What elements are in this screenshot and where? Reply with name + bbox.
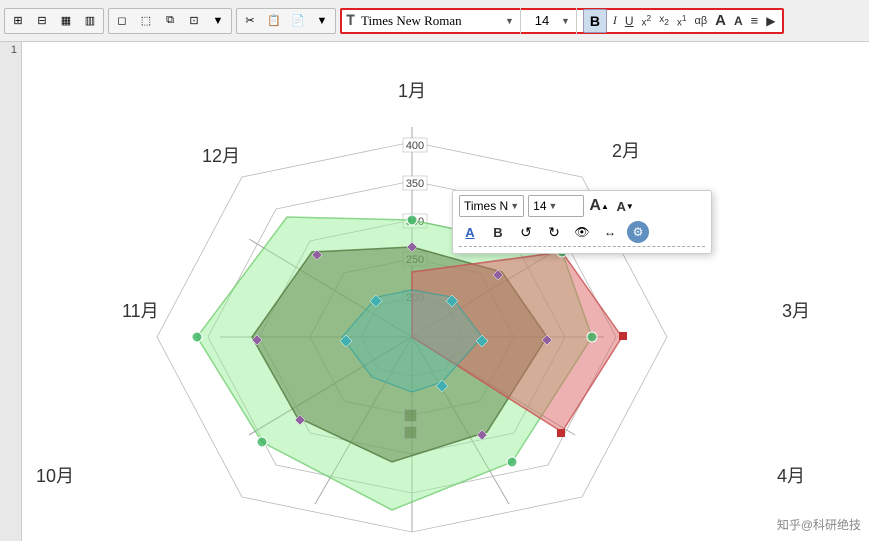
italic-button[interactable]: I [611, 13, 619, 28]
floating-toolbar-divider [459, 246, 705, 249]
font-size-down-button[interactable]: A [732, 14, 745, 28]
toolbar-group-2: ◻ ⬚ ⧉ ⊡ ▼ [108, 8, 232, 34]
ft-font-chevron[interactable]: ▼ [510, 201, 519, 211]
font-size-chevron[interactable]: ▼ [561, 16, 570, 26]
toolbar-separator-2 [576, 8, 577, 34]
toolbar-btn-8[interactable]: ⊡ [183, 10, 205, 32]
ft-size-chevron[interactable]: ▼ [549, 201, 558, 211]
toolbar-btn-13[interactable]: ▼ [311, 10, 333, 32]
ft-underline-a-btn[interactable]: A [459, 221, 481, 243]
ft-connector-btn[interactable]: ↔ [599, 221, 621, 243]
label-12月: 12月 [202, 146, 240, 166]
axis-label-400: 400 [406, 140, 424, 152]
main-toolbar: ⊞ ⊟ ▦ ▥ ◻ ⬚ ⧉ ⊡ ▼ ✂ 📋 📄 ▼ 𝐓 ▼ ▼ B I U x2… [0, 0, 869, 42]
point-s1-5 [257, 437, 267, 447]
toolbar-btn-12[interactable]: 📄 [287, 10, 309, 32]
ft-a-underline-icon: A [465, 225, 474, 240]
floating-toolbar: Times N ▼ 14 ▼ A▲ A▼ A B ↺ [452, 190, 712, 254]
toolbar-btn-11[interactable]: 📋 [263, 10, 285, 32]
line-number-1: 1 [0, 42, 21, 58]
font-type-icon: 𝐓 [346, 12, 355, 29]
label-3月: 3月 [782, 301, 810, 321]
ft-eye-btn[interactable]: 👁 [571, 221, 593, 243]
label-11月: 11月 [122, 301, 159, 321]
ft-b-icon: B [493, 225, 502, 240]
toolbar-btn-4[interactable]: ▥ [79, 10, 101, 32]
ft-down-arrow: ▼ [626, 202, 634, 211]
ft-eye-icon: 👁 [574, 225, 589, 239]
ft-redo-btn[interactable]: ↻ [543, 221, 565, 243]
more-button[interactable]: ▶ [764, 14, 777, 28]
font-size-input[interactable] [527, 13, 557, 28]
point-s1-6 [192, 332, 202, 342]
toolbar-btn-10[interactable]: ✂ [239, 10, 261, 32]
toolbar-btn-2[interactable]: ⊟ [31, 10, 53, 32]
point-s1-4 [507, 457, 517, 467]
ft-undo-icon: ↺ [520, 224, 532, 241]
axis-label-350: 350 [406, 178, 424, 190]
ft-increase-font-btn[interactable]: A▲ [588, 195, 610, 217]
font-size-up-button[interactable]: A [713, 12, 728, 29]
label-1月: 1月 [398, 81, 426, 101]
toolbar-separator-1 [520, 8, 521, 34]
toolbar-btn-3[interactable]: ▦ [55, 10, 77, 32]
point-s1-1 [407, 215, 417, 225]
floating-toolbar-row2: A B ↺ ↻ 👁 ↔ ⚙ [459, 221, 705, 243]
content-area: 400 350 300 250 200 1月 2月 3月 4月 10月 11月 … [22, 42, 869, 541]
point-s1-3 [587, 332, 597, 342]
toolbar-btn-6[interactable]: ⬚ [135, 10, 157, 32]
ft-font-size-select[interactable]: 14 ▼ [528, 195, 584, 217]
ft-gear-icon: ⚙ [633, 225, 644, 239]
font-name-chevron[interactable]: ▼ [505, 16, 514, 26]
ft-font-size-label: 14 [533, 199, 546, 213]
bold-button[interactable]: B [583, 9, 607, 33]
align-button[interactable]: ≡ [749, 13, 761, 28]
font-name-input[interactable] [361, 13, 501, 29]
label-4月: 4月 [777, 466, 805, 486]
toolbar-group-1: ⊞ ⊟ ▦ ▥ [4, 8, 104, 34]
legend-1 [405, 410, 416, 421]
ft-up-arrow: ▲ [601, 202, 609, 211]
toolbar-btn-9[interactable]: ▼ [207, 10, 229, 32]
toolbar-btn-7[interactable]: ⧉ [159, 10, 181, 32]
label-2月: 2月 [612, 141, 640, 161]
point-s3-1 [619, 332, 627, 340]
alpha-beta-button[interactable]: αβ [692, 15, 709, 27]
ft-decrease-font-btn[interactable]: A▼ [614, 195, 636, 217]
ft-connector-icon: ↔ [604, 225, 616, 239]
ft-bold-b-btn[interactable]: B [487, 221, 509, 243]
ft-undo-btn[interactable]: ↺ [515, 221, 537, 243]
line-number-bar: 1 [0, 42, 22, 541]
legend-2 [405, 427, 416, 438]
subscript2-button[interactable]: x1 [675, 13, 689, 28]
ft-font-name-label: Times N [464, 199, 508, 213]
label-10月: 10月 [36, 466, 74, 486]
ft-redo-icon: ↻ [548, 224, 560, 241]
toolbar-btn-5[interactable]: ◻ [111, 10, 133, 32]
ft-font-name-select[interactable]: Times N ▼ [459, 195, 524, 217]
toolbar-btn-1[interactable]: ⊞ [7, 10, 29, 32]
ft-decrease-icon: A [617, 199, 626, 214]
watermark: 知乎@科研绝技 [777, 516, 861, 533]
point-s3-2 [557, 429, 565, 437]
chart-container: 400 350 300 250 200 1月 2月 3月 4月 10月 11月 … [22, 42, 869, 541]
ft-gear-btn[interactable]: ⚙ [627, 221, 649, 243]
superscript-button[interactable]: x2 [640, 13, 654, 28]
floating-toolbar-row1: Times N ▼ 14 ▼ A▲ A▼ [459, 195, 705, 217]
radar-chart-svg: 400 350 300 250 200 1月 2月 3月 4月 10月 11月 … [22, 42, 869, 541]
toolbar-group-3: ✂ 📋 📄 ▼ [236, 8, 336, 34]
ft-increase-icon: A [589, 197, 601, 215]
underline-button[interactable]: U [623, 14, 636, 28]
subscript-button[interactable]: x2 [657, 14, 671, 27]
font-selector[interactable]: 𝐓 ▼ ▼ B I U x2 x2 x1 αβ A A ≡ ▶ [340, 8, 784, 34]
